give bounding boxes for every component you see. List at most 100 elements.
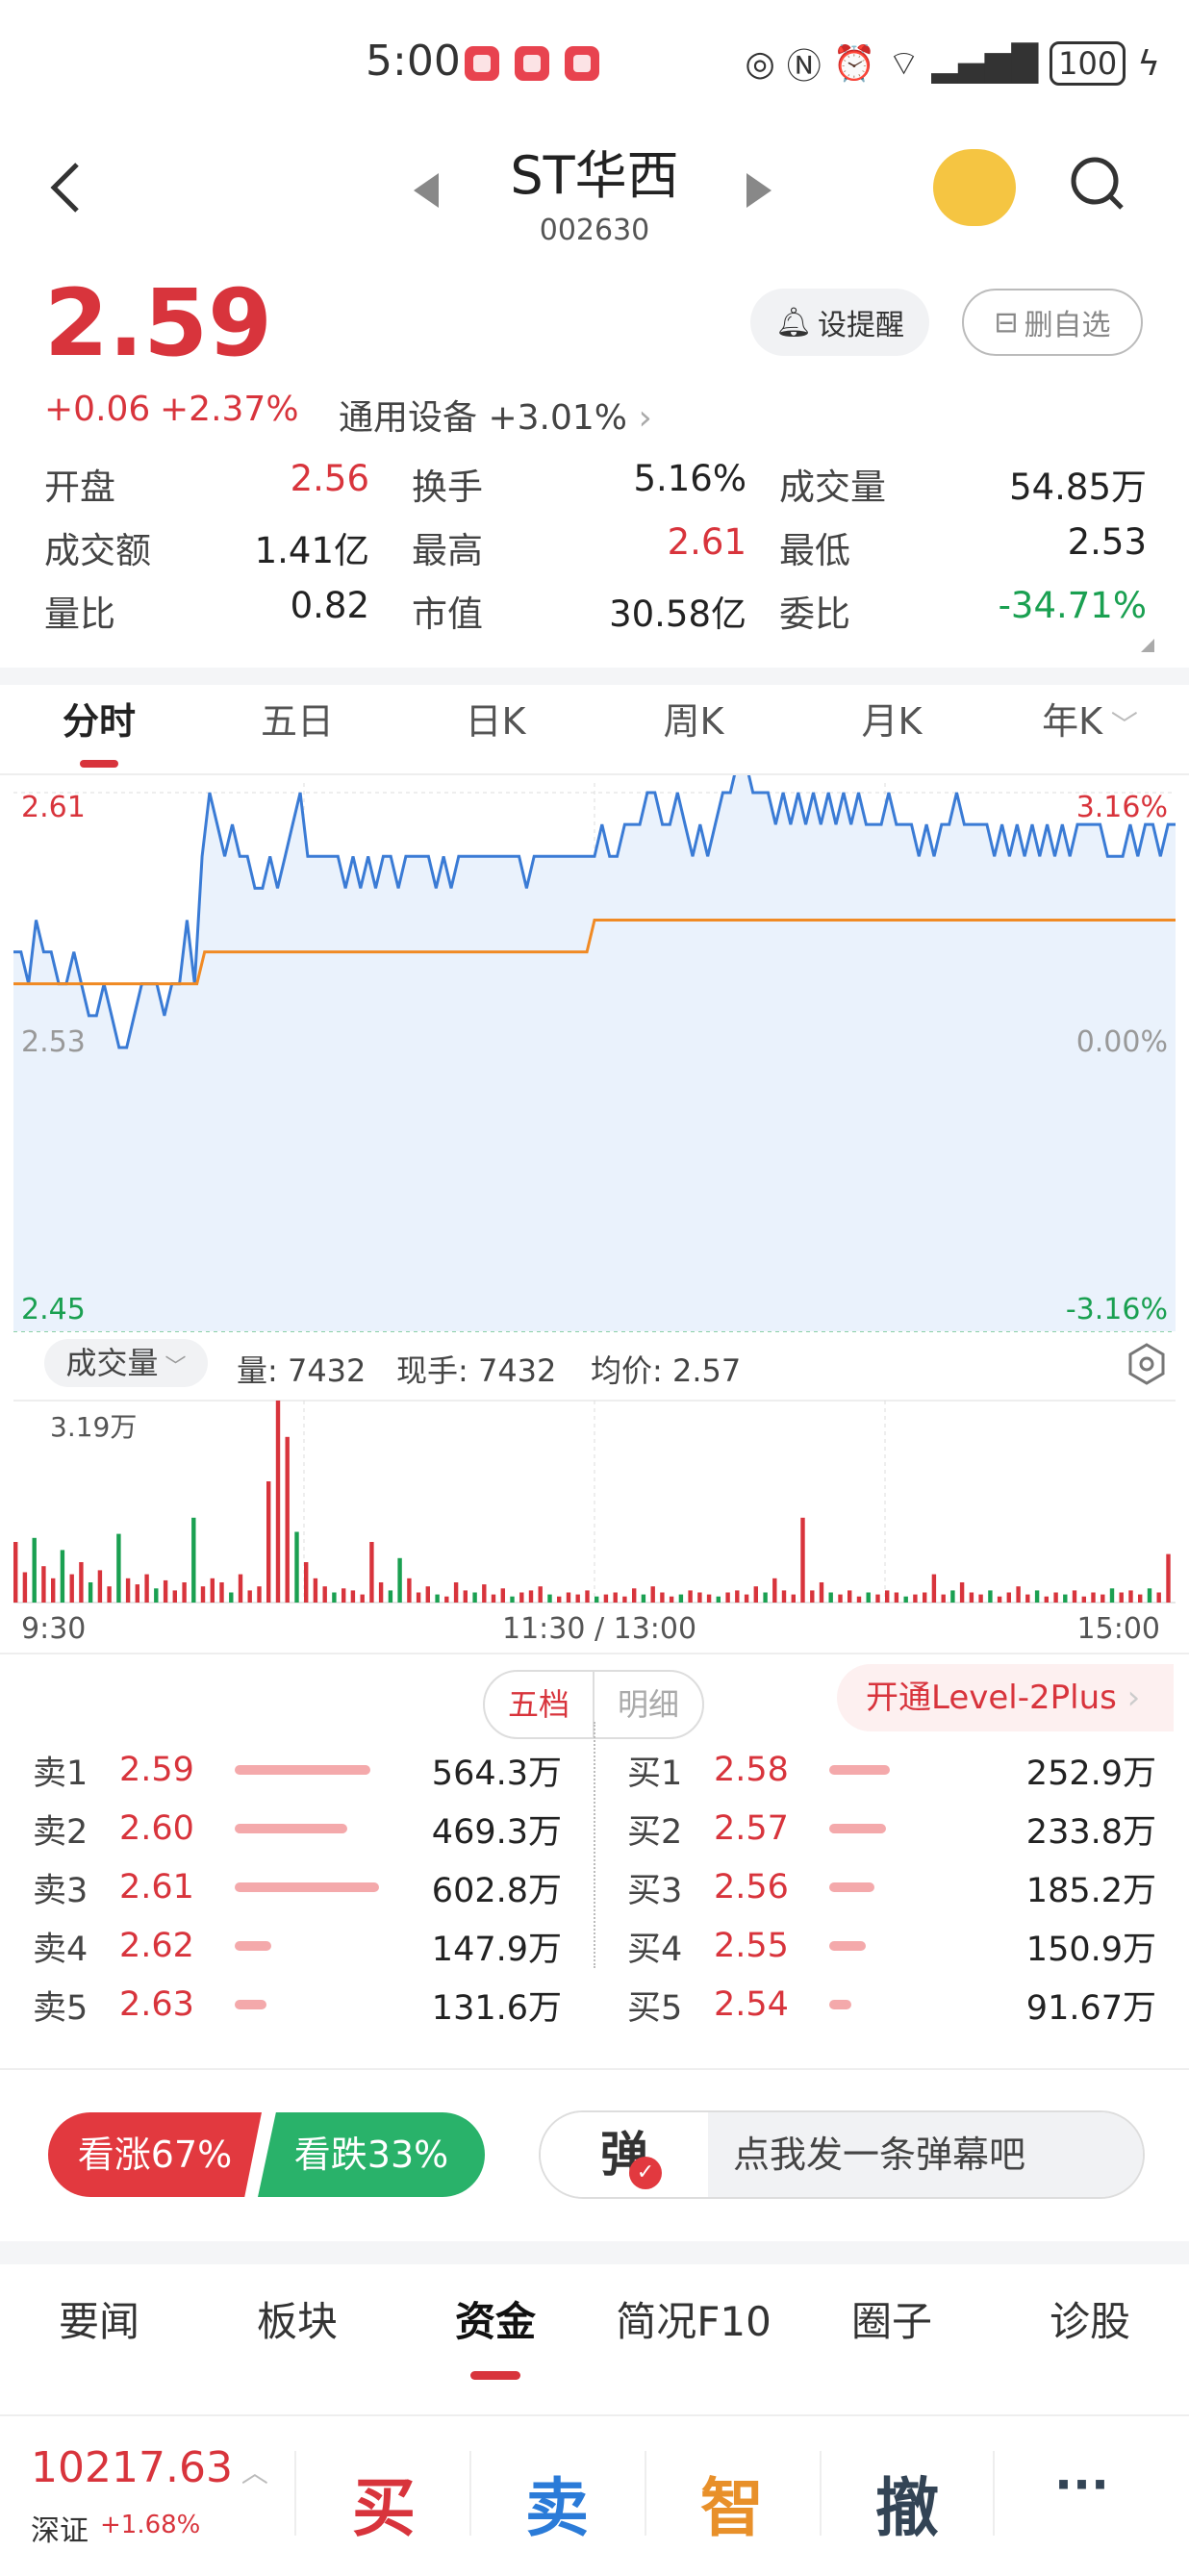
volume-bar [763, 1592, 768, 1603]
tab-trade-detail[interactable]: 明细 [594, 1672, 702, 1737]
level-volume: 564.3万 [431, 1754, 562, 1793]
level2-upgrade-link[interactable]: 开通Level-2Plus › [837, 1664, 1174, 1731]
intraday-price-chart[interactable] [0, 775, 1189, 1333]
app-notification-icon [565, 46, 599, 81]
quote-row: 开盘 2.56 换手 5.16% 成交量 54.85万 [44, 452, 1147, 516]
volume-bar [97, 1570, 103, 1603]
bid-level-row[interactable]: 买3 2.56 185.2万 [627, 1858, 1156, 1916]
volume-bar [959, 1582, 965, 1603]
volume-bar [988, 1590, 993, 1603]
volume-bar [500, 1588, 505, 1603]
tab-yearly-k[interactable]: 年K ﹀ [991, 673, 1189, 770]
level-volume: 185.2万 [1025, 1871, 1156, 1910]
tab-weekly-k[interactable]: 周K [594, 673, 793, 770]
volume-bar [753, 1586, 758, 1603]
level-volume: 131.6万 [431, 1988, 562, 2028]
smart-trade-button[interactable]: 智 [700, 2457, 764, 2549]
bid-level-row[interactable]: 买2 2.57 233.8万 [627, 1800, 1156, 1857]
volume-bar [238, 1574, 243, 1603]
volume-bar [744, 1594, 749, 1603]
chevron-right-icon: › [638, 398, 652, 438]
next-stock-arrow-icon[interactable] [746, 173, 772, 208]
system-icons: ◎ Ⓝ ⏰ ⌔ ▂▄▆█ 100 ϟ [745, 38, 1160, 88]
volume-bar [144, 1574, 149, 1603]
volume-bar [969, 1592, 974, 1603]
danmu-toggle-button[interactable]: 弹 ✓ [541, 2112, 708, 2197]
ask-level-row[interactable]: 卖3 2.61 602.8万 [33, 1858, 562, 1916]
y-label-top-right: 3.16% [1075, 791, 1168, 824]
tab-intraday[interactable]: 分时 [0, 673, 198, 770]
volume-bar [547, 1594, 552, 1603]
ask-level-row[interactable]: 卖1 2.59 564.3万 [33, 1741, 562, 1799]
tab-five-levels[interactable]: 五档 [485, 1672, 594, 1737]
sell-button[interactable]: 卖 [525, 2457, 589, 2549]
remove-watchlist-button[interactable]: ⊟ 删自选 [962, 289, 1143, 356]
volume-bar [978, 1594, 983, 1603]
ask-level-row[interactable]: 卖5 2.63 131.6万 [33, 1976, 562, 2033]
volume-bar [810, 1590, 815, 1603]
tab-news[interactable]: 要闻 [0, 2274, 198, 2370]
level-volume: 233.8万 [1025, 1812, 1156, 1852]
buy-button[interactable]: 买 [352, 2457, 416, 2549]
index-value[interactable]: 10217.63 ︿ [31, 2443, 268, 2492]
tab-fund-flow[interactable]: 资金 [396, 2274, 594, 2380]
tab-diagnosis[interactable]: 诊股 [991, 2274, 1189, 2370]
volume-indicator-select[interactable]: 成交量 ﹀ [44, 1339, 208, 1387]
expand-corner-icon[interactable] [1141, 639, 1154, 652]
search-icon[interactable] [1070, 156, 1126, 212]
level-price: 2.58 [714, 1751, 789, 1789]
tab-monthly-k[interactable]: 月K [793, 673, 991, 770]
level-volume-bar [235, 1765, 370, 1775]
volume-bar [444, 1596, 449, 1603]
cancel-order-button[interactable]: 撤 [875, 2457, 939, 2549]
volume-bar [360, 1594, 365, 1603]
bullish-vote-button[interactable]: 看涨67% [48, 2112, 262, 2197]
volume-bar [632, 1588, 637, 1603]
ask-level-row[interactable]: 卖4 2.62 147.9万 [33, 1917, 562, 1975]
volume-bar [1081, 1596, 1086, 1603]
mascot-icon[interactable] [933, 149, 1016, 226]
stock-code: 002630 [539, 214, 650, 247]
divider [0, 1653, 1189, 1654]
bearish-vote-button[interactable]: 看跌33% [258, 2112, 485, 2197]
danmu-input[interactable]: 点我发一条弹幕吧 [708, 2112, 1143, 2197]
chevron-up-icon: ︿ [232, 2457, 268, 2488]
volume-current-hand: 现手: 7432 [396, 1352, 557, 1389]
volume-bar [950, 1590, 955, 1603]
status-time: 5:00 [366, 37, 461, 86]
level-price: 2.57 [714, 1809, 789, 1848]
level-price: 2.62 [119, 1927, 194, 1965]
volume-bar [903, 1596, 908, 1603]
volume-chart[interactable] [0, 1395, 1189, 1608]
bid-level-row[interactable]: 买4 2.55 150.9万 [627, 1917, 1156, 1975]
volume-bar [1016, 1586, 1021, 1603]
divider [645, 2451, 646, 2536]
volume-bar [528, 1590, 534, 1603]
tab-daily-k[interactable]: 日K [396, 673, 594, 770]
volume-bar [641, 1594, 646, 1603]
divider [0, 2068, 1189, 2070]
volume-qty: 量: 7432 [237, 1352, 367, 1389]
level-price: 2.63 [119, 1985, 194, 2024]
chevron-right-icon: › [1116, 1679, 1141, 1717]
volume-bar [1044, 1596, 1049, 1603]
bid-level-row[interactable]: 买5 2.54 91.67万 [627, 1976, 1156, 2033]
settings-hex-icon[interactable] [1127, 1343, 1166, 1385]
quote-turnover: 换手 5.16% [412, 458, 746, 508]
set-alert-button[interactable]: 🔔︎ 设提醒 [750, 289, 929, 356]
tab-five-day[interactable]: 五日 [198, 673, 396, 770]
level-label: 卖1 [33, 1754, 89, 1793]
quote-open: 开盘 2.56 [44, 458, 369, 508]
more-button[interactable]: ··· [1054, 2457, 1109, 2513]
volume-bar [847, 1590, 852, 1603]
tab-f10[interactable]: 简况F10 [594, 2274, 793, 2370]
tab-community[interactable]: 圈子 [793, 2274, 991, 2370]
tab-sector[interactable]: 板块 [198, 2274, 396, 2370]
volume-bar [557, 1596, 562, 1603]
wifi-icon: ⌔ [887, 43, 921, 84]
volume-bar [1025, 1594, 1030, 1603]
bid-level-row[interactable]: 买1 2.58 252.9万 [627, 1741, 1156, 1799]
ask-level-row[interactable]: 卖2 2.60 469.3万 [33, 1800, 562, 1857]
sector-link[interactable]: 通用设备 +3.01% › [339, 390, 652, 440]
app-notification-icon [465, 46, 499, 81]
